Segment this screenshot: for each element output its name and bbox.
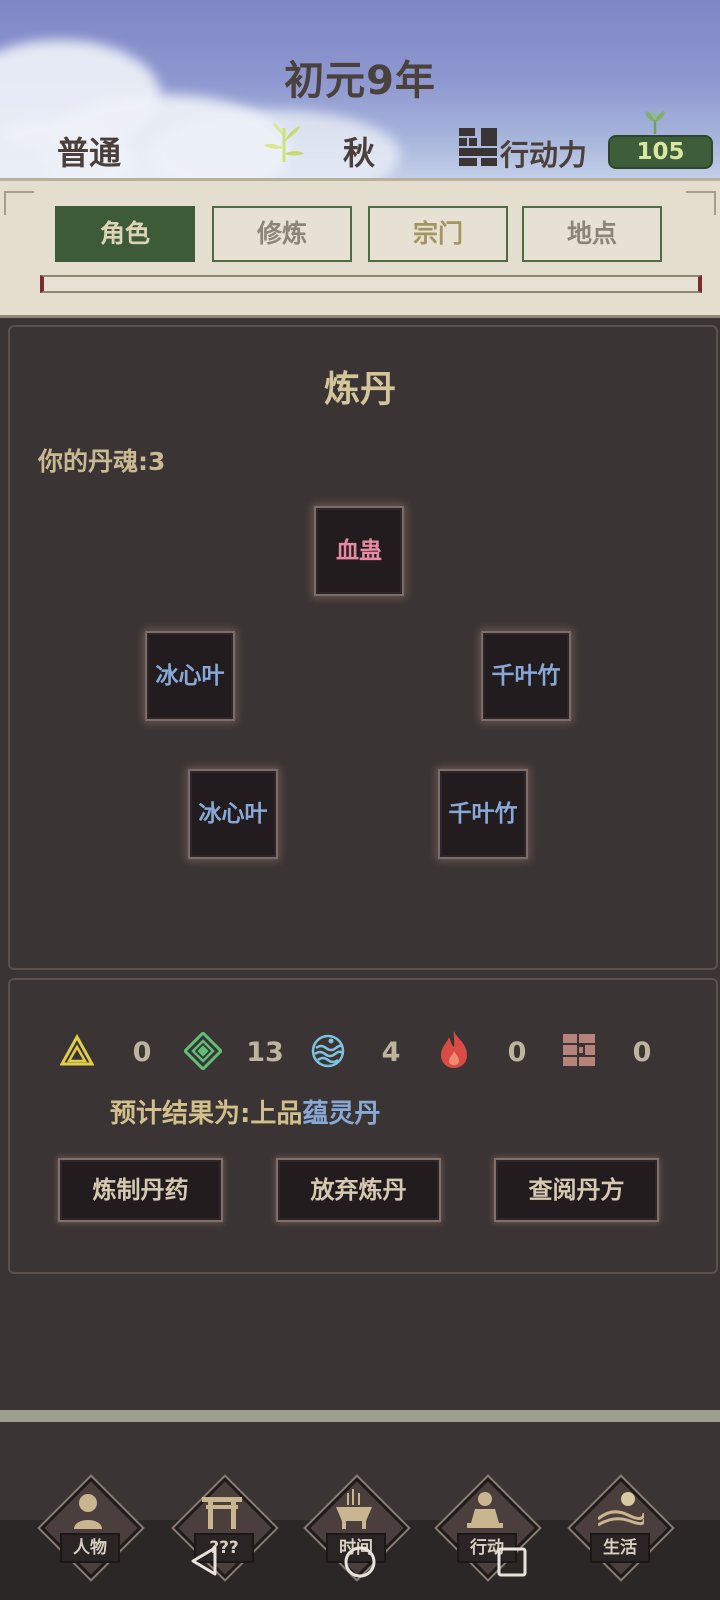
abandon-refining-button[interactable]: 放弃炼丹 bbox=[276, 1158, 441, 1222]
nav-label-life: 生活 bbox=[590, 1533, 650, 1563]
predicted-pill-name: 蕴灵丹 bbox=[302, 1099, 381, 1129]
action-points-icon bbox=[459, 128, 497, 170]
alchemy-panel bbox=[8, 325, 718, 970]
earth-triangle-icon bbox=[59, 1033, 95, 1072]
incense-burner-icon bbox=[334, 1489, 374, 1535]
autumn-plant-icon bbox=[262, 120, 306, 168]
action-points-label: 行动力 bbox=[500, 138, 588, 172]
tab-sect[interactable]: 宗门 bbox=[368, 206, 508, 262]
ingredient-slot-thousand-leaf-bamboo[interactable]: 千叶竹 bbox=[481, 631, 571, 721]
sunrise-landscape-icon bbox=[597, 1489, 646, 1535]
refine-pill-button[interactable]: 炼制丹药 bbox=[58, 1158, 223, 1222]
recents-icon[interactable] bbox=[497, 1547, 527, 1581]
tab-character[interactable]: 角色 bbox=[55, 206, 195, 262]
nav-life[interactable]: 生活 bbox=[568, 1475, 672, 1579]
metal-value: 0 bbox=[632, 1037, 652, 1068]
person-icon bbox=[68, 1489, 108, 1535]
tab-cultivation[interactable]: 修炼 bbox=[212, 206, 352, 262]
nav-label-character: 人物 bbox=[60, 1533, 120, 1563]
ingredient-slot-ice-heart-leaf[interactable]: 冰心叶 bbox=[145, 631, 235, 721]
tab-progress-bar bbox=[40, 275, 702, 293]
water-value: 4 bbox=[381, 1037, 401, 1068]
water-wave-icon bbox=[311, 1034, 345, 1072]
difficulty-label: 普通 bbox=[57, 134, 122, 172]
divider-stripe bbox=[0, 1410, 720, 1422]
metal-block-icon bbox=[563, 1034, 595, 1070]
predicted-result-prefix: 预计结果为:上品 bbox=[110, 1099, 303, 1129]
tab-panel: 角色 修炼 宗门 地点 bbox=[0, 178, 720, 318]
ingredient-slot-ice-heart-leaf-2[interactable]: 冰心叶 bbox=[188, 769, 278, 859]
action-points-value: 105 bbox=[608, 135, 713, 169]
pill-soul-count: 你的丹魂:3 bbox=[38, 447, 166, 476]
wood-value: 13 bbox=[246, 1037, 284, 1068]
season-label: 秋 bbox=[343, 134, 376, 172]
fire-flame-icon bbox=[437, 1029, 471, 1073]
gate-icon bbox=[202, 1489, 242, 1535]
wood-diamond-icon bbox=[182, 1030, 224, 1074]
earth-value: 0 bbox=[132, 1037, 152, 1068]
predicted-result: 预计结果为:上品蕴灵丹 bbox=[110, 1093, 380, 1130]
view-recipes-button[interactable]: 查阅丹方 bbox=[494, 1158, 659, 1222]
nav-character[interactable]: 人物 bbox=[38, 1475, 142, 1579]
back-icon[interactable] bbox=[189, 1545, 219, 1581]
year-title: 初元9年 bbox=[284, 58, 436, 104]
ingredient-slot-blood-gu[interactable]: 血蛊 bbox=[314, 506, 404, 596]
tab-location[interactable]: 地点 bbox=[522, 206, 662, 262]
ingredient-slot-thousand-leaf-bamboo-2[interactable]: 千叶竹 bbox=[438, 769, 528, 859]
nav-unknown[interactable]: ??? bbox=[172, 1475, 276, 1579]
fire-value: 0 bbox=[507, 1037, 527, 1068]
alchemy-title: 炼丹 bbox=[323, 369, 396, 410]
meditating-figure-icon bbox=[465, 1489, 505, 1535]
home-icon[interactable] bbox=[343, 1545, 377, 1583]
